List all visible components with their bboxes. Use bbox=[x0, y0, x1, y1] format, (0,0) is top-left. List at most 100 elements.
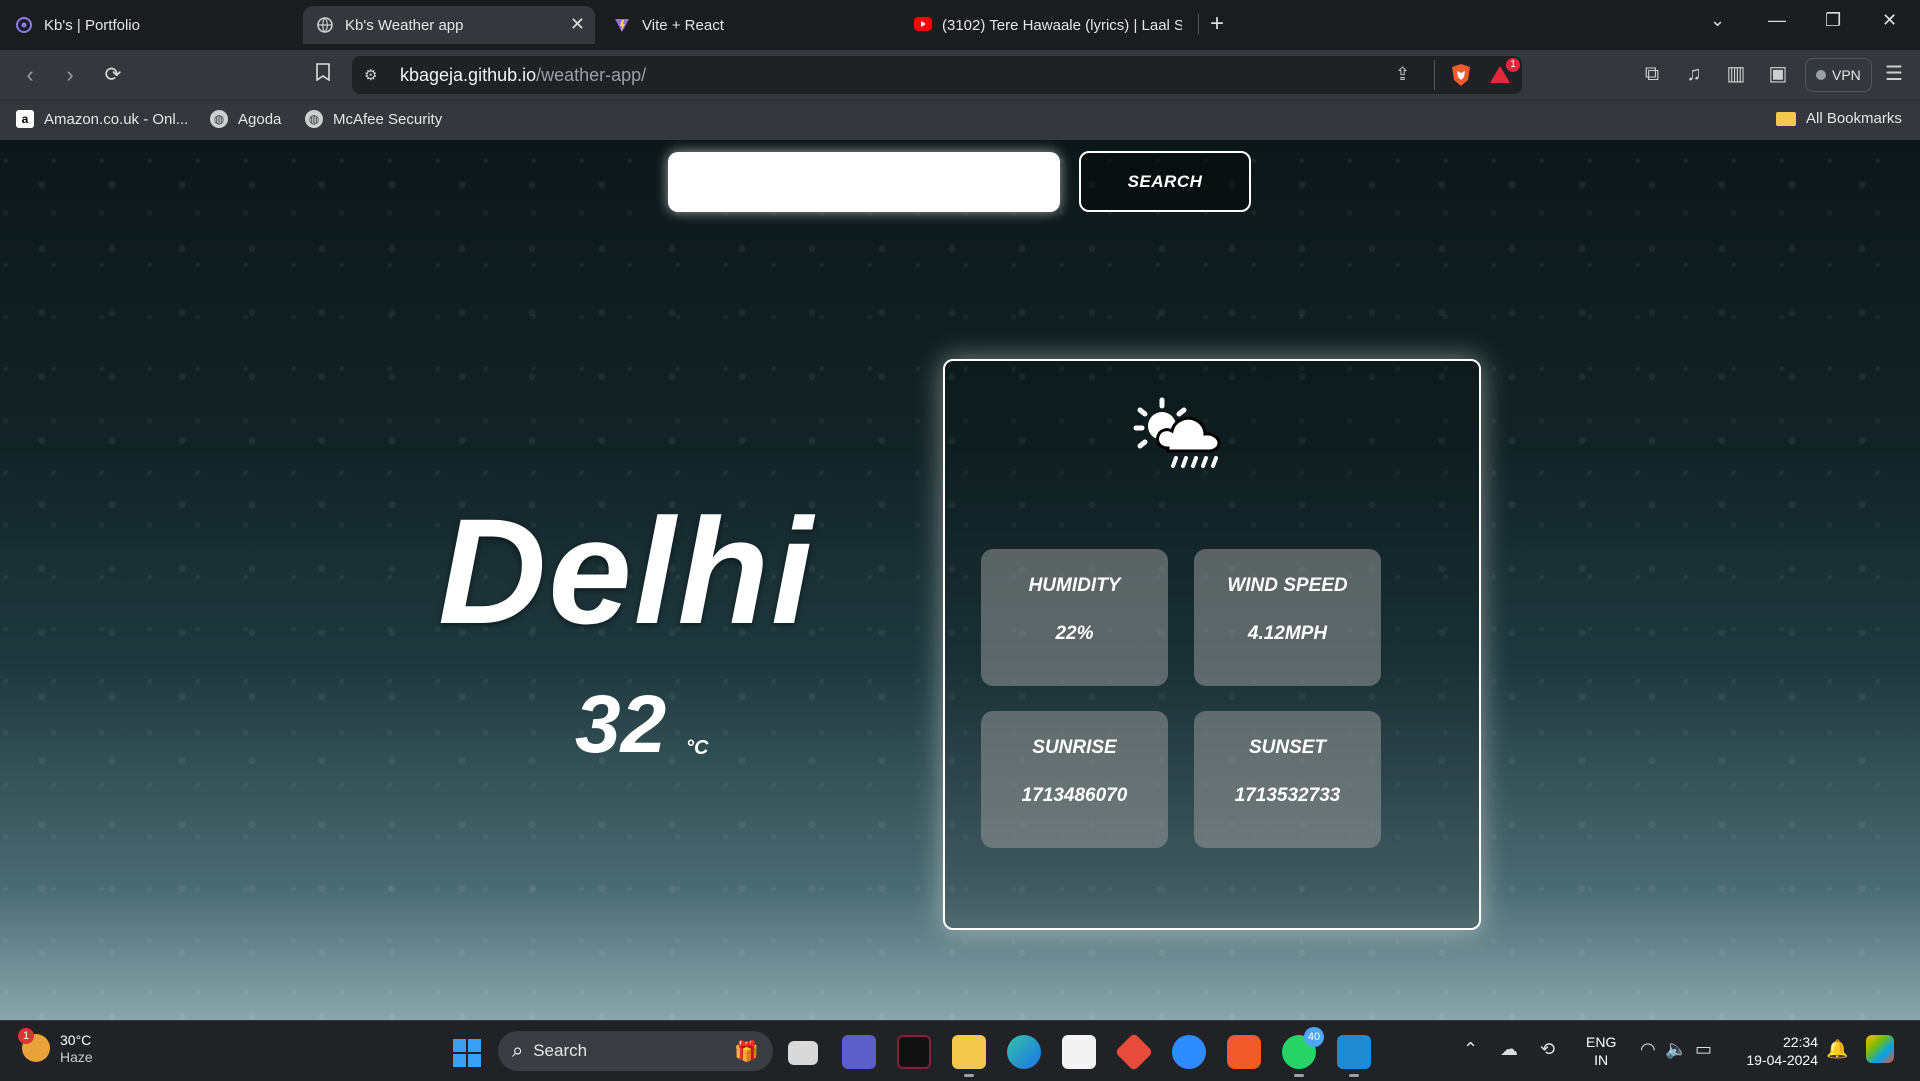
lang-code: ENG bbox=[1586, 1034, 1617, 1050]
whatsapp-badge: 40 bbox=[1304, 1027, 1324, 1047]
bookmark-label: Agoda bbox=[238, 110, 282, 128]
wind-speed-card: WIND SPEED 4.12MPH bbox=[1194, 549, 1381, 686]
restore-icon[interactable]: ❐ bbox=[1825, 10, 1841, 31]
search-button[interactable]: SEARCH bbox=[1079, 151, 1251, 212]
valorant-icon[interactable] bbox=[897, 1035, 931, 1069]
rewards-badge: 1 bbox=[1506, 58, 1520, 72]
globe-icon: ◍ bbox=[305, 110, 323, 128]
bookmark-agoda[interactable]: ◍ Agoda bbox=[210, 110, 281, 128]
taskbar-search-label: Search bbox=[533, 1041, 588, 1060]
copilot-icon[interactable] bbox=[1866, 1035, 1894, 1063]
onedrive-icon[interactable]: ☁ bbox=[1500, 1039, 1518, 1060]
browser-toolbar: ‹ › ⟳ ⚙ kbageja.github.io/weather-app/ ⇪… bbox=[0, 50, 1920, 100]
tab-search-chevron-icon[interactable]: ⌄ bbox=[1710, 10, 1725, 31]
tab-separator bbox=[1198, 14, 1199, 34]
weather-details-card: HUMIDITY 22% WIND SPEED 4.12MPH SUNRISE … bbox=[943, 359, 1481, 930]
haze-weather-icon: 1 bbox=[18, 1028, 50, 1062]
stat-label: HUMIDITY bbox=[1028, 575, 1121, 596]
close-window-icon[interactable]: ✕ bbox=[1882, 10, 1897, 31]
clock-date: 19-04-2024 bbox=[1746, 1052, 1818, 1068]
task-view-icon[interactable] bbox=[788, 1041, 818, 1065]
vscode-icon[interactable] bbox=[1337, 1035, 1371, 1077]
close-tab-icon[interactable]: ✕ bbox=[570, 14, 585, 35]
brave-browser-icon[interactable] bbox=[1227, 1035, 1261, 1069]
city-name: Delhi bbox=[438, 487, 815, 655]
humidity-card: HUMIDITY 22% bbox=[981, 549, 1168, 686]
wifi-icon[interactable]: ◠ bbox=[1640, 1039, 1656, 1060]
stat-label: SUNSET bbox=[1248, 737, 1327, 758]
battery-icon[interactable]: ▭ bbox=[1695, 1039, 1712, 1060]
portfolio-favicon-icon bbox=[16, 17, 32, 33]
ms-store-icon[interactable] bbox=[1062, 1035, 1096, 1069]
stat-label: WIND SPEED bbox=[1227, 575, 1348, 596]
media-music-icon[interactable]: ♫ bbox=[1682, 62, 1706, 86]
windows-start-icon[interactable] bbox=[453, 1039, 481, 1067]
anydesk-icon[interactable] bbox=[1114, 1032, 1154, 1072]
folder-icon bbox=[1776, 111, 1796, 126]
whatsapp-icon[interactable]: 40 bbox=[1282, 1027, 1324, 1077]
stat-value: 22% bbox=[1055, 623, 1094, 644]
sunrise-card: SUNRISE 1713486070 bbox=[981, 711, 1168, 848]
tab-title: Kb's | Portfolio bbox=[44, 16, 140, 34]
teams-icon[interactable] bbox=[842, 1035, 876, 1069]
sidebar-icon[interactable]: ▥ bbox=[1724, 62, 1748, 86]
tab-bar: Kb's | Portfolio Kb's Weather app ✕ Vite… bbox=[0, 0, 1920, 50]
stat-label: SUNRISE bbox=[1032, 737, 1117, 758]
tab-title: Kb's Weather app bbox=[345, 16, 464, 34]
weather-temp: 30°C bbox=[60, 1032, 92, 1048]
stat-value: 1713532733 bbox=[1234, 785, 1341, 806]
weather-widget[interactable]: 1 30°C Haze bbox=[18, 1028, 93, 1065]
temperature-unit: °C bbox=[686, 737, 709, 759]
site-settings-icon[interactable]: ⚙ bbox=[364, 66, 377, 84]
show-hidden-icons-chevron-icon[interactable]: ⌃ bbox=[1463, 1039, 1478, 1060]
forward-icon[interactable]: › bbox=[57, 62, 83, 88]
vite-favicon-icon bbox=[614, 17, 630, 33]
reload-icon[interactable]: ⟳ bbox=[100, 62, 126, 88]
volume-icon[interactable]: 🔈 bbox=[1665, 1039, 1687, 1060]
bookmark-label: Amazon.co.uk - Onl... bbox=[44, 110, 189, 128]
tab-weather-app[interactable]: Kb's Weather app ✕ bbox=[303, 6, 595, 44]
bookmark-mcafee[interactable]: ◍ McAfee Security bbox=[305, 110, 442, 128]
url-host: kbageja.github.io bbox=[400, 65, 537, 85]
tab-portfolio[interactable]: Kb's | Portfolio bbox=[16, 6, 296, 44]
taskbar-search[interactable]: ⌕ Search 🎁 bbox=[498, 1031, 773, 1071]
language-indicator[interactable]: ENG IN bbox=[1586, 1033, 1616, 1069]
globe-icon: ◍ bbox=[210, 110, 228, 128]
globe-icon bbox=[317, 17, 333, 33]
edge-icon[interactable] bbox=[1007, 1035, 1041, 1069]
bookmarks-bar: a Amazon.co.uk - Onl... ◍ Agoda ◍ McAfee… bbox=[0, 100, 1920, 141]
omnibox-divider bbox=[1434, 60, 1435, 90]
address-bar[interactable]: ⚙ kbageja.github.io/weather-app/ ⇪ 1 bbox=[352, 56, 1522, 94]
bookmark-label: McAfee Security bbox=[333, 110, 443, 128]
sync-icon[interactable]: ⟲ bbox=[1540, 1039, 1555, 1060]
clock-time: 22:34 bbox=[1782, 1034, 1818, 1050]
all-bookmarks[interactable]: All Bookmarks bbox=[1776, 110, 1902, 127]
file-explorer-icon[interactable] bbox=[952, 1035, 986, 1077]
new-tab-plus-icon[interactable]: + bbox=[1210, 10, 1224, 38]
get-help-icon[interactable] bbox=[1172, 1035, 1206, 1069]
extensions-icon[interactable]: ⧉ bbox=[1640, 62, 1664, 86]
minimize-icon[interactable]: — bbox=[1768, 10, 1786, 31]
city-search-input[interactable] bbox=[668, 152, 1060, 212]
vpn-button[interactable]: VPN bbox=[1805, 58, 1872, 92]
weather-desc: Haze bbox=[60, 1049, 93, 1065]
wallet-icon[interactable]: ▣ bbox=[1766, 62, 1790, 86]
tab-youtube[interactable]: (3102) Tere Hawaale (lyrics) | Laal Sin bbox=[914, 6, 1184, 44]
clock[interactable]: 22:34 19-04-2024 bbox=[1738, 1033, 1818, 1069]
menu-icon[interactable]: ☰ bbox=[1882, 62, 1906, 86]
notification-bell-icon[interactable]: 🔔 bbox=[1826, 1039, 1848, 1060]
bookmark-icon[interactable] bbox=[310, 62, 336, 88]
temperature-value: 32 bbox=[575, 679, 667, 770]
share-icon[interactable]: ⇪ bbox=[1395, 64, 1410, 85]
url-text: kbageja.github.io/weather-app/ bbox=[400, 65, 646, 86]
taskbar: 1 30°C Haze ⌕ Search 🎁 40 ⌃ ☁ ⟲ ENG IN ◠… bbox=[0, 1020, 1920, 1081]
weather-app-page: SEARCH Delhi 32 °C HUMIDITY 22% WIND SPE… bbox=[0, 140, 1920, 1020]
bookmark-amazon[interactable]: a Amazon.co.uk - Onl... bbox=[16, 110, 188, 128]
weather-badge: 1 bbox=[18, 1028, 34, 1044]
region-code: IN bbox=[1594, 1052, 1609, 1068]
brave-shields-icon[interactable] bbox=[1450, 63, 1472, 92]
tab-title: (3102) Tere Hawaale (lyrics) | Laal Sin bbox=[942, 16, 1182, 34]
vpn-label: VPN bbox=[1832, 67, 1861, 83]
back-icon[interactable]: ‹ bbox=[17, 62, 43, 88]
tab-vite-react[interactable]: Vite + React bbox=[614, 6, 894, 44]
